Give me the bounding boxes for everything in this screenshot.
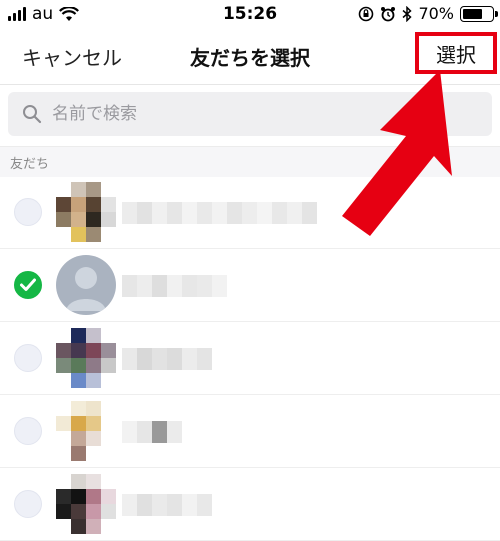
pixelated-name: [122, 421, 182, 443]
status-bar: au 15:26 70%: [0, 0, 500, 28]
pixelated-avatar-image: [56, 328, 116, 388]
selection-radio[interactable]: [14, 344, 42, 372]
status-right: 70%: [358, 4, 498, 23]
avatar: [56, 182, 116, 242]
pixelated-name: [122, 348, 212, 370]
selection-radio[interactable]: [14, 417, 42, 445]
friend-row[interactable]: [0, 322, 500, 395]
bluetooth-icon: [402, 5, 413, 22]
selection-radio[interactable]: [14, 490, 42, 518]
default-person-icon: [66, 267, 106, 311]
battery-percent: 70%: [418, 4, 454, 23]
rotation-lock-icon: [359, 6, 374, 21]
selection-radio-checked[interactable]: [14, 271, 42, 299]
section-label-friends: 友だち: [10, 157, 50, 172]
selection-radio[interactable]: [14, 198, 42, 226]
pixelated-name: [122, 494, 212, 516]
pixelated-name: [122, 202, 317, 224]
avatar: [56, 328, 116, 388]
alarm-icon: [381, 6, 396, 21]
friend-row[interactable]: [0, 468, 500, 541]
checkmark-icon: [20, 278, 36, 291]
avatar: [56, 474, 116, 534]
avatar: [56, 255, 116, 315]
pixelated-avatar-image: [56, 182, 116, 242]
pixelated-avatar-image: [56, 401, 116, 461]
avatar: [56, 401, 116, 461]
pixelated-name: [122, 275, 227, 297]
pixelated-avatar-image: [56, 474, 116, 534]
cancel-button[interactable]: キャンセル: [22, 42, 122, 71]
battery-icon: [460, 5, 498, 22]
battery-tip: [495, 10, 498, 17]
friend-row[interactable]: [0, 395, 500, 468]
arrow-annotation-icon: [342, 70, 452, 236]
friend-row[interactable]: [0, 249, 500, 322]
battery-level-fill: [463, 8, 482, 19]
search-icon: [23, 105, 42, 124]
